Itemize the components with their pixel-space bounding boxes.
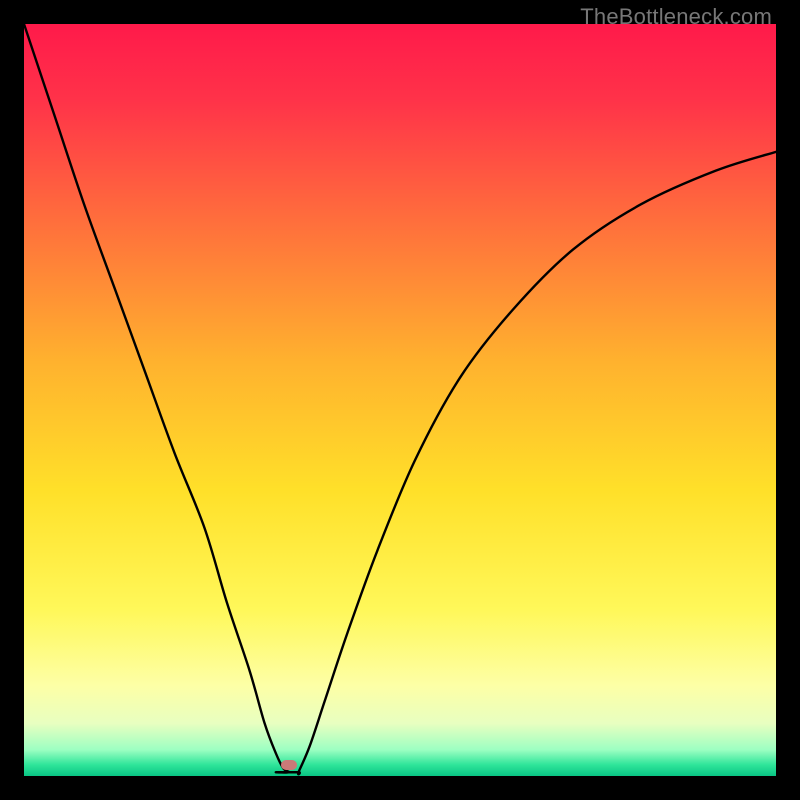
watermark-text: TheBottleneck.com (580, 4, 772, 30)
optimal-marker (281, 760, 297, 770)
bottleneck-curve (24, 24, 776, 776)
